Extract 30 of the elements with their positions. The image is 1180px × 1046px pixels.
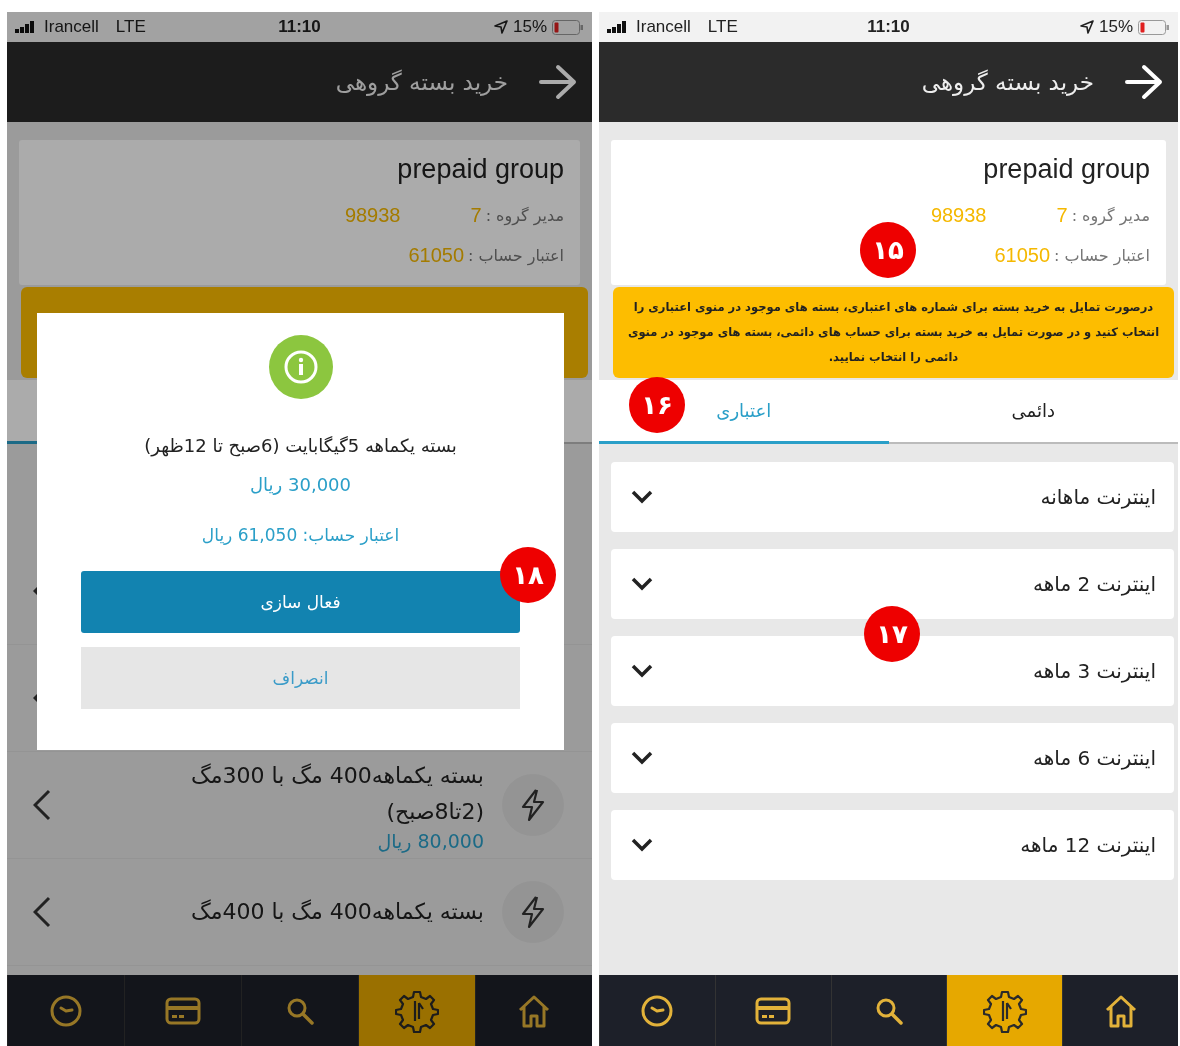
status-time: 11:10 — [867, 17, 910, 37]
page-title: خرید بسته گروهی — [335, 69, 508, 95]
manager-number: 98938 7 — [344, 202, 482, 228]
page-title: خرید بسته گروهی — [921, 69, 1094, 95]
package-price: 80,000 ریال — [376, 830, 484, 852]
credit-value: 61050 — [408, 243, 465, 267]
package-price: 30,000 ریال — [250, 474, 351, 495]
package-title: بسته یکماهه400 مگ با 400مگ — [189, 898, 484, 926]
status-time: 11:10 — [278, 17, 321, 37]
account-balance: اعتبار حساب: 61,050 ریال — [201, 525, 400, 545]
carrier-name: Irancell — [636, 17, 691, 37]
network-type: LTE — [707, 17, 738, 37]
carrier-name: Irancell — [44, 17, 99, 37]
credit-label: اعتبار حساب : — [468, 245, 564, 265]
network-type: LTE — [115, 17, 146, 37]
dialog-title: بسته یکماهه 5گیگابایت (6صبح تا 12ظهر) — [144, 435, 457, 456]
group-name: prepaid group — [982, 154, 1150, 185]
credit-label: اعتبار حساب : — [1054, 245, 1150, 265]
annotation-badge: ۱۶ — [629, 377, 685, 433]
battery-percent: 15% — [512, 17, 547, 37]
group-name: prepaid group — [396, 154, 564, 185]
annotation-badge: ۱۵ — [860, 222, 916, 278]
credit-value: 61050 — [994, 243, 1051, 267]
manager-label: مدیر گروه : — [485, 205, 564, 225]
notice-text: درصورت تمایل به خرید بسته برای شماره های اعتباری، بسته های موجود در منوی اعتباری را انتخاب کنید و در صورت تمایل به خرید بسته برای حساب های دائمی، بسته های موجود در منوی دائمی را انتخاب نمایید. — [626, 299, 1161, 366]
battery-percent: 15% — [1098, 17, 1133, 37]
package-title: بسته یکماهه400 مگ با 300مگ (2تا8صبح) — [189, 762, 484, 826]
manager-label: مدیر گروه : — [1071, 205, 1150, 225]
annotation-badge: ۱۸ — [500, 547, 556, 603]
manager-number: 98938 7 — [930, 202, 1068, 228]
